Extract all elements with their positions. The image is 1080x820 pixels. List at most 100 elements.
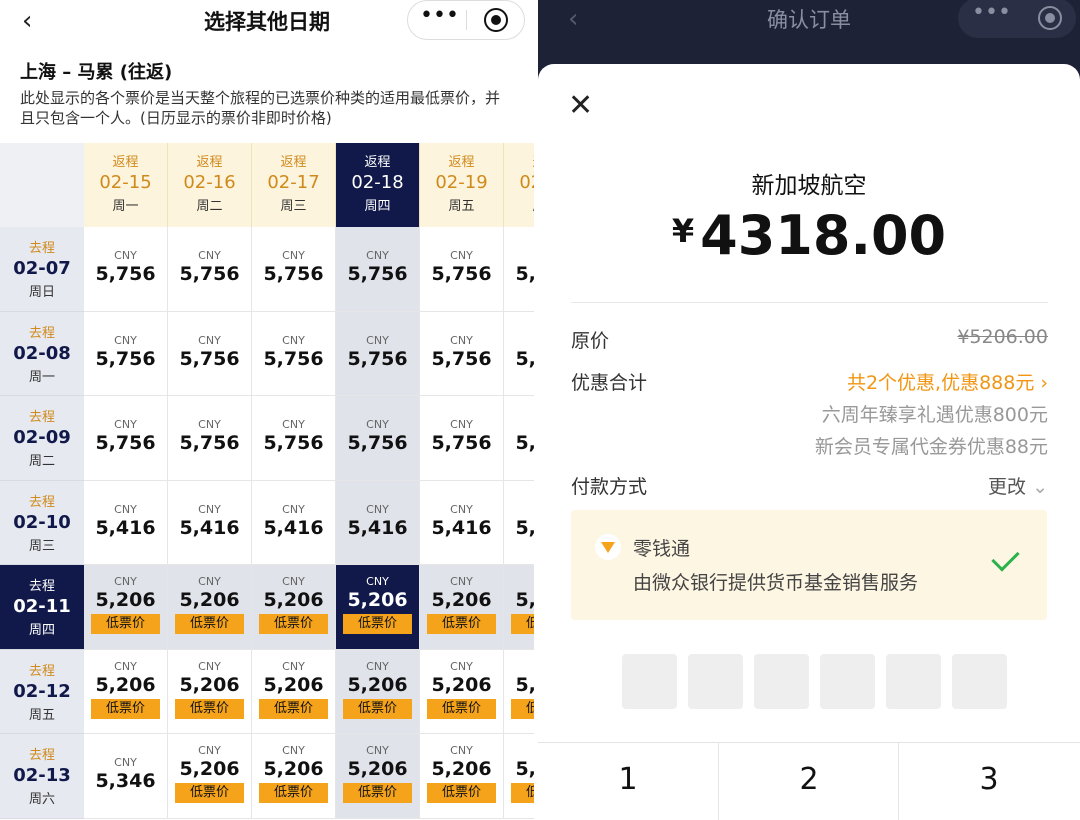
fare-cell[interactable]: CNY5,756 <box>84 311 168 396</box>
original-price-label: 原价 <box>571 330 610 352</box>
depart-date-header[interactable]: 去程 02-10 周三 <box>0 480 84 565</box>
depart-date: 02-12 <box>13 680 71 702</box>
fare-cell[interactable]: CNY5,756 <box>504 311 534 396</box>
fare-cell[interactable]: CNY5,206低票价 <box>252 734 336 819</box>
fare-price: 5,206 <box>179 673 240 696</box>
depart-date-header[interactable]: 去程 02-12 周五 <box>0 649 84 734</box>
fare-currency: CNY <box>504 334 534 347</box>
pin-digit-box <box>886 654 941 709</box>
fare-cell[interactable]: CNY5,206低票价 <box>168 565 252 650</box>
fare-currency: CNY <box>114 575 137 588</box>
fare-cell[interactable]: CNY5,416 <box>420 480 504 565</box>
fare-cell[interactable]: CNY5,756 <box>252 396 336 481</box>
fare-cell[interactable]: CNY5,206低票价 <box>168 649 252 734</box>
fare-cell[interactable]: CNY5,756 <box>84 396 168 481</box>
more-icon[interactable]: ••• <box>972 0 1011 25</box>
low-fare-badge: 低票价 <box>343 783 412 803</box>
fare-cell[interactable]: CNY5,756 <box>84 227 168 312</box>
fare-cell[interactable]: CNY5,416 <box>252 480 336 565</box>
discount-summary[interactable]: 共2个优惠,优惠888元 › <box>847 368 1048 395</box>
more-icon[interactable]: ••• <box>420 3 459 28</box>
fare-cell[interactable]: CNY5,756 <box>504 396 534 481</box>
fare-currency: CNY <box>504 503 534 516</box>
fare-cell[interactable]: CNY5,756 <box>336 227 420 312</box>
fare-price: 5,756 <box>347 432 408 454</box>
fare-cell[interactable]: CNY5,206低票价 <box>84 649 168 734</box>
fare-cell[interactable]: CNY5,756 <box>420 311 504 396</box>
close-icon[interactable]: ✕ <box>568 88 593 123</box>
fare-currency: CNY <box>114 418 137 431</box>
fare-cell[interactable]: CNY5,416 <box>168 480 252 565</box>
fare-cell[interactable]: CNY5,206低票价 <box>504 734 534 819</box>
key-2[interactable]: 2 <box>718 743 899 820</box>
change-payment-button[interactable]: 更改 ⌄ <box>988 472 1048 499</box>
close-program-icon[interactable] <box>1038 6 1062 30</box>
fare-currency: CNY <box>450 744 473 757</box>
return-date-header[interactable]: 返程 02-17 周三 <box>252 143 336 227</box>
airline-name: 新加坡航空 <box>751 173 867 199</box>
key-3[interactable]: 3 <box>898 743 1079 820</box>
currency-symbol: ¥ <box>671 212 695 250</box>
fare-cell[interactable]: CNY5,756 <box>504 227 534 312</box>
depart-tag: 去程 <box>28 748 55 763</box>
fare-cell[interactable]: CNY5,756 <box>168 311 252 396</box>
fare-cell[interactable]: CNY5,416 <box>84 480 168 565</box>
low-fare-badge: 低票价 <box>343 698 412 719</box>
return-date-header[interactable]: 返程 02-16 周二 <box>168 143 252 227</box>
depart-date-header[interactable]: 去程 02-08 周一 <box>0 311 84 396</box>
wallet-option[interactable]: 零钱通 由微众银行提供货币基金销售服务 <box>571 510 1047 620</box>
low-fare-badge: 低票价 <box>259 783 328 803</box>
depart-tag: 去程 <box>28 663 55 679</box>
fare-price: 5,756 <box>515 347 534 370</box>
return-tag: 返程 <box>196 155 223 170</box>
fare-cell[interactable]: CNY5,206低票价 <box>168 734 252 819</box>
fare-cell[interactable]: CNY5,206低票价 <box>420 565 504 650</box>
fare-cell[interactable]: CNY 5,346 <box>84 734 168 819</box>
depart-date-header[interactable]: 去程 02-13 周六 <box>0 734 84 819</box>
fare-price: 5,756 <box>95 432 156 454</box>
return-date-header[interactable]: 返程 02-20 周六 <box>504 143 534 227</box>
fare-cell[interactable]: CNY5,206低票价 <box>420 734 504 819</box>
discount-summary-text: 共2个优惠,优惠888元 <box>846 372 1035 394</box>
fare-price: 5,206 <box>179 589 240 611</box>
return-date: 02-20 <box>519 172 534 193</box>
fare-cell[interactable]: CNY5,206低票价 <box>504 565 534 650</box>
fare-cell[interactable]: CNY5,206低票价 <box>84 565 168 650</box>
fare-price: 5,756 <box>95 347 156 370</box>
fare-cell[interactable]: CNY5,756 <box>252 311 336 396</box>
fare-cell[interactable]: CNY5,206低票价 <box>336 734 420 819</box>
fare-cell[interactable]: CNY5,756 <box>420 227 504 312</box>
fare-cell[interactable]: CNY5,756 <box>168 396 252 481</box>
fare-cell[interactable]: CNY5,416 <box>504 480 534 565</box>
fare-currency: CNY <box>504 575 534 588</box>
fare-cell[interactable]: CNY5,206低票价 <box>252 565 336 650</box>
fare-cell[interactable]: CNY5,756 <box>420 396 504 481</box>
fare-cell[interactable]: CNY5,206低票价 <box>252 649 336 734</box>
key-1[interactable]: 1 <box>538 743 718 820</box>
mini-program-capsule: ••• <box>958 0 1076 38</box>
return-date-header[interactable]: 返程 02-18 周四 <box>336 143 420 227</box>
return-date-header[interactable]: 返程 02-19 周五 <box>420 143 504 227</box>
fare-cell[interactable]: CNY5,206低票价 <box>504 649 534 734</box>
fare-cell[interactable]: CNY5,756 <box>336 311 420 396</box>
fare-currency: CNY <box>198 575 221 588</box>
fare-price: 5,756 <box>263 263 324 285</box>
fare-price: 5,416 <box>179 516 240 539</box>
fare-cell[interactable]: CNY5,756 <box>252 227 336 312</box>
fare-cell[interactable]: CNY5,756 <box>168 227 252 312</box>
fare-cell[interactable]: CNY5,756 <box>336 396 420 481</box>
depart-date-header[interactable]: 去程 02-07 周日 <box>0 227 84 312</box>
depart-date-header[interactable]: 去程 02-11 周四 <box>0 565 84 650</box>
fare-currency: CNY <box>366 659 389 673</box>
fare-price: 5,206 <box>431 758 492 780</box>
fare-cell[interactable]: CNY5,206低票价 <box>420 649 504 734</box>
fare-cell[interactable]: CNY5,206低票价 <box>336 649 420 734</box>
fare-cell[interactable]: CNY5,416 <box>336 480 420 565</box>
date-picker-panel: ‹ 选择其他日期 ••• 上海 – 马累 (往返) 此处显示的各个票价是当天整个… <box>0 0 534 820</box>
fare-currency: CNY <box>198 333 221 347</box>
depart-tag: 去程 <box>28 410 55 425</box>
depart-date-header[interactable]: 去程 02-09 周二 <box>0 396 84 481</box>
return-date-header[interactable]: 返程 02-15 周一 <box>84 143 168 227</box>
fare-cell[interactable]: CNY5,206低票价 <box>336 565 420 650</box>
close-program-icon[interactable] <box>484 8 508 32</box>
